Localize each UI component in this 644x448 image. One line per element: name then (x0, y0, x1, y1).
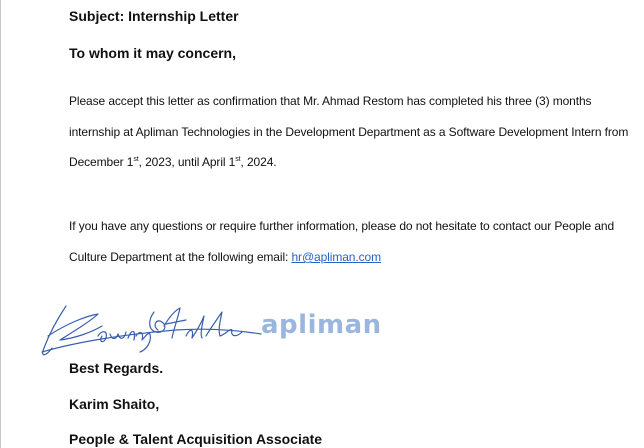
date-start: December 1 (69, 155, 134, 169)
paragraph2-line1: If you have any questions or require fur… (69, 219, 615, 233)
handwritten-signature (41, 305, 262, 356)
paragraph1-line3: December 1st, 2023, until April 1st, 202… (69, 155, 277, 169)
contact-prefix: Culture Department at the following emai… (69, 250, 292, 264)
subject-line: Subject: Internship Letter (69, 8, 239, 24)
email-link[interactable]: hr@apliman.com (291, 250, 381, 264)
page-left-edge (0, 0, 1, 448)
closing: Best Regards. (69, 360, 164, 376)
date-end-year: , 2024. (240, 155, 277, 169)
paragraph2-line2: Culture Department at the following emai… (69, 250, 381, 264)
signer-name: Karim Shaito, (69, 396, 160, 412)
apliman-logo: apliman (261, 310, 382, 340)
signer-title: People & Talent Acquisition Associate (69, 431, 323, 447)
salutation: To whom it may concern, (69, 45, 236, 61)
paragraph1-line1: Please accept this letter as confirmatio… (69, 94, 592, 108)
paragraph1-line2: internship at Apliman Technologies in th… (69, 125, 629, 139)
date-end: , 2023, until April 1 (138, 155, 236, 169)
